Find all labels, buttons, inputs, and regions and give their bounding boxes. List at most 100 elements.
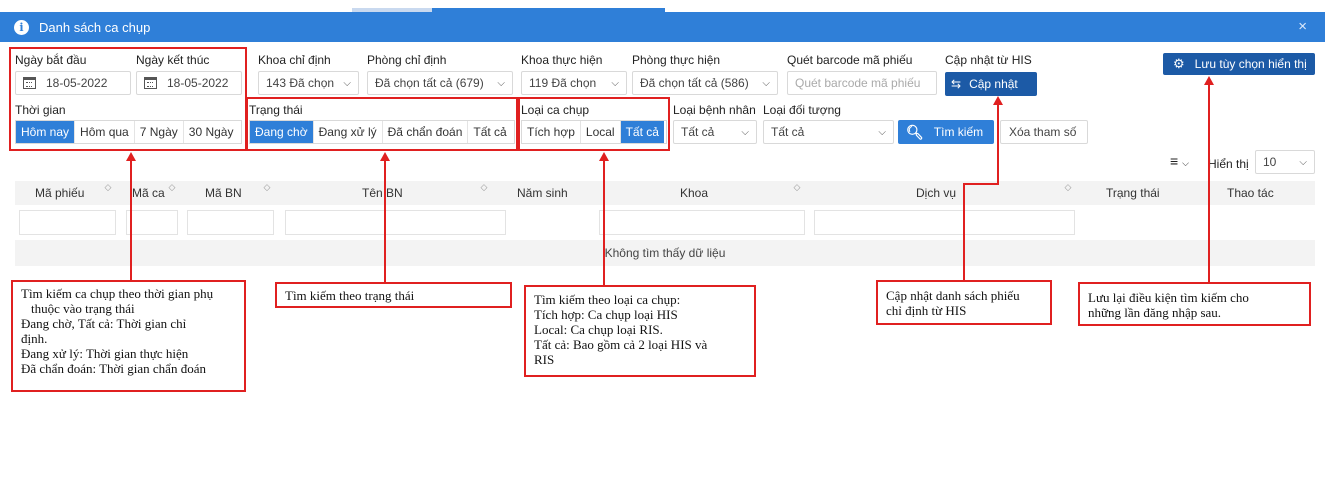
- khoa-chi-dinh-label: Khoa chỉ định: [258, 53, 331, 67]
- phong-thuc-hien-label: Phòng thực hiện: [632, 53, 721, 67]
- close-icon[interactable]: ×: [1298, 18, 1307, 35]
- note-his: Cập nhật danh sách phiếu chỉ định từ HIS: [876, 280, 1052, 325]
- note-line: Local: Ca chụp loại RIS.: [534, 322, 663, 337]
- connector-type: [603, 160, 605, 285]
- note-line: Cập nhật danh sách phiếu: [886, 288, 1020, 303]
- note-status: Tìm kiếm theo trạng thái: [275, 282, 512, 308]
- khoa-thuc-hien-label: Khoa thực hiện: [521, 53, 603, 67]
- phong-chi-dinh-value: Đã chọn tất cả (679): [375, 76, 484, 90]
- sync-icon: ⇆: [951, 77, 962, 91]
- connector-his-upper: [997, 104, 999, 185]
- filter-ma-bn-input[interactable]: [187, 210, 274, 235]
- highlight-type-group: [518, 97, 670, 151]
- highlight-time-group: [9, 47, 247, 151]
- connector-his-horizontal: [963, 183, 999, 185]
- sort-icon[interactable]: ◇: [480, 183, 488, 192]
- note-line: Tìm kiếm theo trạng thái: [285, 288, 415, 303]
- khoa-chi-dinh-select[interactable]: 143 Đã chọn ⌵: [258, 71, 359, 95]
- connector-his-lower: [963, 184, 965, 280]
- arrow-up-icon: [126, 152, 136, 161]
- phong-thuc-hien-value: Đã chọn tất cả (586): [640, 76, 749, 90]
- window-title: Danh sách ca chụp: [39, 19, 151, 35]
- note-time: Tìm kiếm ca chụp theo thời gian phụ thuộ…: [11, 280, 246, 392]
- barcode-placeholder: Quét barcode mã phiếu: [795, 76, 921, 90]
- barcode-label: Quét barcode mã phiếu: [787, 53, 913, 67]
- note-type: Tìm kiếm theo loại ca chụp: Tích hợp: Ca…: [524, 285, 756, 377]
- khoa-thuc-hien-value: 119 Đã chọn: [529, 76, 597, 90]
- note-line: Tìm kiếm theo loại ca chụp:: [534, 292, 681, 307]
- col-khoa[interactable]: Khoa: [680, 186, 708, 200]
- top-strip: [0, 0, 1325, 12]
- filter-ten-bn-input[interactable]: [285, 210, 506, 235]
- search-label: Tìm kiếm: [933, 125, 984, 139]
- connector-time: [130, 160, 132, 280]
- highlight-status-group: [246, 97, 518, 151]
- khoa-thuc-hien-select[interactable]: 119 Đã chọn ⌵: [521, 71, 627, 95]
- phong-chi-dinh-label: Phòng chỉ định: [367, 53, 447, 67]
- arrow-up-icon: [993, 96, 1003, 105]
- khoa-chi-dinh-value: 143 Đã chọn: [266, 76, 335, 90]
- object-type-value: Tất cả: [771, 125, 805, 139]
- object-type-select[interactable]: Tất cả ⌵: [763, 120, 894, 144]
- save-prefs-button[interactable]: ⚙ Lưu tùy chọn hiển thị: [1163, 53, 1315, 75]
- note-line: Tất cả: Bao gồm cả 2 loại HIS và: [534, 337, 708, 352]
- sort-icon[interactable]: ◇: [793, 183, 801, 192]
- col-trang-thai: Trạng thái: [1106, 186, 1160, 200]
- page-size-select[interactable]: 10 ⌵: [1255, 150, 1315, 174]
- note-line: thuộc vào trạng thái: [31, 301, 135, 316]
- search-icon: 🔍︎: [906, 123, 924, 140]
- note-line: Đã chẩn đoán: Thời gian chẩn đoán: [21, 361, 206, 376]
- filter-dich-vu-input[interactable]: [814, 210, 1075, 235]
- empty-text: Không tìm thấy dữ liệu: [604, 246, 726, 260]
- col-ten-bn[interactable]: Tên BN: [362, 186, 403, 200]
- col-ma-phieu[interactable]: Mã phiếu: [35, 186, 84, 200]
- chevron-down-icon: ⌵: [611, 77, 619, 89]
- filter-ma-ca-input[interactable]: [126, 210, 178, 235]
- save-prefs-label: Lưu tùy chọn hiển thị: [1194, 57, 1307, 71]
- filter-ma-phieu-input[interactable]: [19, 210, 116, 235]
- object-type-label: Loại đối tượng: [763, 103, 841, 117]
- empty-state: Không tìm thấy dữ liệu: [15, 240, 1315, 266]
- col-ma-bn[interactable]: Mã BN: [205, 186, 242, 200]
- search-button[interactable]: 🔍︎ Tìm kiếm: [898, 120, 994, 144]
- note-save: Lưu lại điều kiện tìm kiếm cho những lần…: [1078, 282, 1311, 326]
- his-update-button[interactable]: ⇆ Cập nhật: [945, 72, 1037, 96]
- chevron-down-icon: ⌵: [497, 77, 505, 89]
- arrow-up-icon: [380, 152, 390, 161]
- window-titlebar: i Danh sách ca chụp ×: [0, 12, 1325, 42]
- chevron-down-icon: ⌵: [741, 126, 749, 138]
- display-label: Hiển thị: [1208, 157, 1249, 171]
- chevron-down-icon: ⌵: [343, 77, 351, 89]
- sort-icon[interactable]: ◇: [168, 183, 176, 192]
- note-line: những lần đăng nhập sau.: [1088, 305, 1222, 320]
- barcode-input[interactable]: Quét barcode mã phiếu: [787, 71, 937, 95]
- filter-khoa-input[interactable]: [599, 210, 805, 235]
- his-label: Cập nhật từ HIS: [945, 53, 1032, 67]
- patient-type-value: Tất cả: [681, 125, 715, 139]
- note-line: Đang chờ, Tất cả: Thời gian chỉ: [21, 316, 187, 331]
- patient-type-select[interactable]: Tất cả ⌵: [673, 120, 757, 144]
- col-ma-ca[interactable]: Mã ca: [132, 186, 165, 200]
- menu-icon[interactable]: ≡ ⌵: [1170, 153, 1189, 169]
- phong-chi-dinh-select[interactable]: Đã chọn tất cả (679) ⌵: [367, 71, 513, 95]
- note-line: RIS: [534, 352, 555, 367]
- clear-params-button[interactable]: Xóa tham số: [1000, 120, 1088, 144]
- chevron-down-icon: ⌵: [878, 126, 886, 138]
- chevron-down-icon: ⌵: [762, 77, 770, 89]
- chevron-down-icon: ⌵: [1299, 156, 1307, 168]
- sort-icon[interactable]: ◇: [104, 183, 112, 192]
- connector-save: [1208, 84, 1210, 282]
- col-nam-sinh[interactable]: Năm sinh: [517, 186, 568, 200]
- col-thao-tac: Thao tác: [1227, 186, 1274, 200]
- info-icon: i: [14, 19, 29, 35]
- phong-thuc-hien-select[interactable]: Đã chọn tất cả (586) ⌵: [632, 71, 778, 95]
- connector-status: [384, 160, 386, 282]
- sort-icon[interactable]: ◇: [263, 183, 271, 192]
- note-line: định.: [21, 331, 48, 346]
- arrow-up-icon: [599, 152, 609, 161]
- sort-icon[interactable]: ◇: [1064, 183, 1072, 192]
- note-line: Tích hợp: Ca chụp loại HIS: [534, 307, 678, 322]
- note-line: Tìm kiếm ca chụp theo thời gian phụ: [21, 286, 214, 301]
- col-dich-vu[interactable]: Dịch vụ: [916, 186, 956, 200]
- note-line: Lưu lại điều kiện tìm kiếm cho: [1088, 290, 1249, 305]
